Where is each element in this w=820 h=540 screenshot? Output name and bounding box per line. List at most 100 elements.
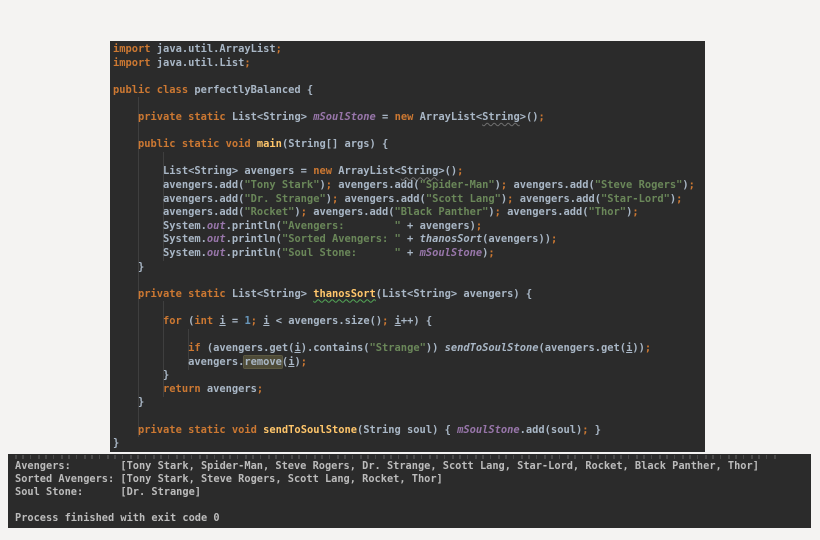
code-token: int	[194, 314, 214, 327]
code-token: .add(soul)	[519, 423, 583, 436]
console-line: Avengers: [Tony Stark, Spider-Man, Steve…	[15, 460, 759, 472]
code-token: private static	[138, 287, 226, 300]
code-token: avengers.add(	[507, 178, 595, 191]
code-line[interactable]: System.out.println("Soul Stone: " + mSou…	[113, 247, 705, 261]
code-token: System.	[113, 246, 207, 259]
code-token: ;	[644, 342, 652, 355]
code-token: "Spider-Man"	[419, 178, 495, 191]
clipped-console-line	[15, 455, 780, 459]
code-editor[interactable]: import java.util.ArrayList; import java.u…	[110, 41, 705, 452]
code-line[interactable]: }	[113, 437, 705, 451]
code-token: public class	[113, 83, 189, 96]
code-line[interactable]: for (int i = 1; i < avengers.size(); i++…	[113, 315, 705, 329]
code-line[interactable]: }	[113, 396, 705, 410]
code-token: private static	[138, 110, 226, 123]
code-line[interactable]	[113, 410, 705, 424]
code-token: avengers.add(	[113, 178, 245, 191]
code-line[interactable]: System.out.println("Sorted Avengers: " +…	[113, 233, 705, 247]
code-token: thanosSort	[313, 287, 376, 300]
code-token: ;	[488, 246, 495, 259]
code-line[interactable]: avengers.add("Dr. Strange"); avengers.ad…	[113, 193, 705, 207]
code-token: }	[113, 396, 145, 409]
code-line[interactable]: public static void main(String[] args) {	[113, 138, 705, 152]
code-token: mSoulStone	[419, 246, 483, 259]
code-token: for	[163, 314, 182, 327]
code-token: "Star-Lord"	[601, 192, 670, 205]
run-console[interactable]: Avengers: [Tony Stark, Spider-Man, Steve…	[8, 454, 811, 528]
code-token: List<String>	[225, 110, 314, 123]
code-token: mSoulStone	[457, 423, 520, 436]
code-line[interactable]: }	[113, 369, 705, 383]
code-area[interactable]: import java.util.ArrayList; import java.u…	[110, 41, 705, 451]
code-token: (String soul) {	[357, 423, 458, 436]
code-line[interactable]: private static List<String> thanosSort(L…	[113, 288, 705, 302]
code-line[interactable]: if (avengers.get(i).contains("Strange"))…	[113, 342, 705, 356]
code-token: + avengers)	[400, 219, 476, 232]
code-line[interactable]: private static List<String> mSoulStone =…	[113, 111, 705, 125]
code-line[interactable]: avengers.add("Tony Stark"); avengers.add…	[113, 179, 705, 193]
code-line[interactable]: avengers.add("Rocket"); avengers.add("Bl…	[113, 206, 705, 220]
code-token: "Sorted Avengers: "	[281, 233, 401, 246]
code-token: new	[313, 165, 332, 178]
code-token: "Rocket"	[244, 206, 295, 219]
code-line[interactable]	[113, 301, 705, 315]
code-token: sendToSoulStone	[263, 423, 357, 436]
code-line[interactable]: List<String> avengers = new ArrayList<St…	[113, 165, 705, 179]
code-token: System.	[113, 219, 207, 232]
code-line[interactable]: return avengers;	[113, 383, 705, 397]
code-line[interactable]: public class perfectlyBalanced {	[113, 84, 705, 98]
code-token: new	[394, 110, 414, 123]
code-line[interactable]: import java.util.ArrayList;	[113, 43, 705, 57]
code-token: "Dr. Strange"	[244, 192, 326, 205]
code-token: ArrayList<	[413, 110, 483, 123]
console-line: Sorted Avengers: [Tony Stark, Steve Roge…	[15, 473, 443, 485]
code-token: avengers.add(	[113, 206, 245, 219]
code-token: (avengers))	[482, 233, 551, 246]
code-token: ;	[632, 206, 639, 219]
code-token: }	[113, 369, 170, 382]
code-line[interactable]: System.out.println("Avengers: " + avenge…	[113, 220, 705, 234]
code-token: avengers.add(	[500, 206, 589, 219]
code-line[interactable]	[113, 125, 705, 139]
code-token: String	[400, 165, 439, 178]
code-token: List<String>	[225, 287, 314, 300]
code-line[interactable]	[113, 97, 705, 111]
code-line[interactable]: }	[113, 261, 705, 275]
code-token: java.util.ArrayList	[150, 43, 276, 55]
code-token: ;	[538, 110, 545, 123]
code-token: =	[375, 110, 395, 123]
code-token: ))	[425, 342, 445, 355]
code-token: .println(	[225, 246, 282, 259]
code-token: .println(	[225, 219, 282, 232]
code-token: out	[206, 246, 226, 259]
console-line: Process finished with exit code 0	[15, 512, 220, 524]
code-line[interactable]	[113, 152, 705, 166]
code-token: private static void	[138, 423, 257, 436]
code-line[interactable]	[113, 70, 705, 84]
code-token: avengers.	[113, 355, 245, 368]
code-token: mSoulStone	[313, 110, 376, 123]
code-line[interactable]	[113, 328, 705, 342]
code-token: ++) {	[400, 314, 433, 327]
code-token: (	[181, 314, 195, 327]
code-token: .println(	[225, 233, 282, 246]
code-line[interactable]: import java.util.List;	[113, 57, 705, 71]
code-token: String	[482, 110, 520, 123]
code-line[interactable]: avengers.remove(i);	[113, 355, 705, 370]
code-token: sendToSoulStone	[444, 342, 539, 355]
code-token: +	[400, 233, 420, 246]
code-line[interactable]: private static void sendToSoulStone(Stri…	[113, 424, 705, 438]
code-token: ;	[676, 192, 683, 205]
code-token: (avengers.get(	[200, 342, 295, 355]
code-line[interactable]	[113, 274, 705, 288]
code-token: ;	[688, 178, 695, 191]
code-token: ArrayList<	[331, 165, 401, 178]
code-token: "Steve Rogers"	[594, 178, 683, 191]
code-token: < avengers.size()	[269, 314, 383, 327]
